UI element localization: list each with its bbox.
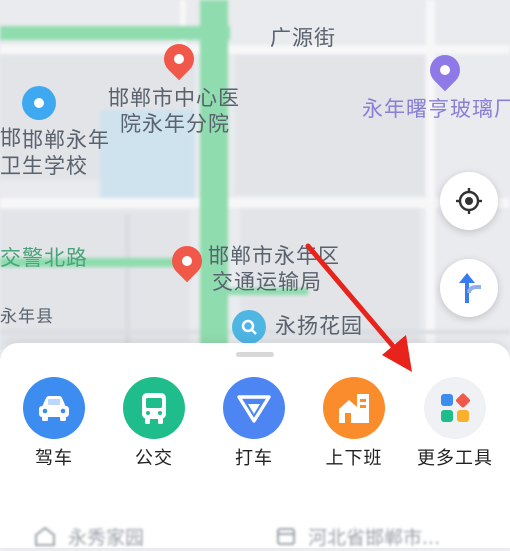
calendar-icon bbox=[277, 528, 295, 545]
bus-icon bbox=[123, 377, 185, 439]
map-label: 交警北路 bbox=[0, 246, 88, 270]
more-tools-label: 更多工具 bbox=[417, 448, 493, 469]
commute-label: 上下班 bbox=[325, 448, 383, 469]
drive-label: 驾车 bbox=[35, 448, 73, 469]
recent-place-label: 河北省邯郸市... bbox=[308, 526, 441, 549]
home-icon bbox=[35, 526, 55, 546]
car-icon bbox=[23, 377, 85, 439]
map-label: 院永年分院 bbox=[120, 112, 230, 136]
map-label: 邯 bbox=[0, 126, 22, 150]
map-label: 永扬花园 bbox=[275, 314, 363, 338]
route-arrow-icon bbox=[459, 273, 481, 303]
map-block bbox=[235, 55, 425, 195]
more-tools-icon bbox=[424, 377, 486, 439]
map-label: 邯郸市永年区 bbox=[208, 244, 340, 268]
locate-button[interactable] bbox=[440, 172, 498, 230]
tools-panel: 驾车 公交 打车 上下班 更多工具 永秀家园 河北省邯郸市... bbox=[0, 343, 510, 551]
route-button[interactable] bbox=[440, 259, 498, 317]
drive-button[interactable]: 驾车 bbox=[9, 377, 99, 471]
map-main-road bbox=[200, 0, 228, 350]
garden-poi-icon[interactable] bbox=[232, 310, 266, 344]
map-label: 邯郸永年 bbox=[22, 128, 110, 152]
map-label: 交通运输局 bbox=[212, 270, 322, 294]
map-label: 永年曙亨玻璃厂 bbox=[362, 97, 510, 121]
commute-icon bbox=[323, 377, 385, 439]
map-main-road bbox=[0, 26, 230, 40]
locate-icon bbox=[456, 188, 482, 214]
map-label: 邯郸市中心医 bbox=[108, 86, 240, 110]
recent-home-label: 永秀家园 bbox=[68, 526, 145, 549]
map-view[interactable]: 广源街 邯郸市中心医 院永年分院 永年曙亨玻璃厂 邯 邯郸永年 卫生学校 交警北… bbox=[0, 0, 510, 350]
recent-place[interactable]: 河北省邯郸市... bbox=[276, 521, 440, 551]
more-tools-button[interactable]: 更多工具 bbox=[410, 377, 500, 471]
map-label: 永年县 bbox=[0, 307, 54, 327]
school-poi-icon[interactable] bbox=[22, 86, 56, 120]
map-label: 广源街 bbox=[270, 26, 336, 50]
taxi-label: 打车 bbox=[235, 448, 273, 469]
map-label: 卫生学校 bbox=[0, 154, 88, 178]
drag-handle[interactable] bbox=[236, 352, 274, 357]
map-road bbox=[426, 0, 435, 350]
taxi-icon bbox=[223, 377, 285, 439]
commute-button[interactable]: 上下班 bbox=[309, 377, 399, 471]
bus-label: 公交 bbox=[135, 448, 173, 469]
taxi-button[interactable]: 打车 bbox=[209, 377, 299, 471]
bus-button[interactable]: 公交 bbox=[109, 377, 199, 471]
recent-home[interactable]: 永秀家园 bbox=[34, 521, 144, 551]
